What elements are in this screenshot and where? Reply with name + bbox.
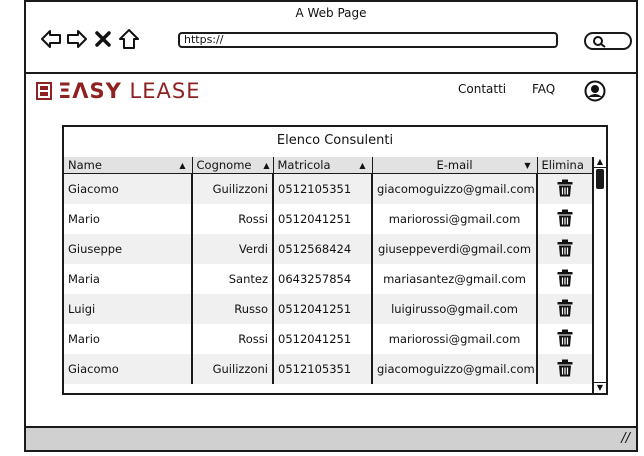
resize-grip-icon[interactable]: // (621, 431, 630, 446)
avatar[interactable] (584, 80, 606, 106)
cell-matricola: 0512105351 (273, 173, 373, 204)
cell-matricola: 0512041251 (273, 294, 373, 324)
cell-elimina (537, 354, 592, 384)
trash-icon[interactable] (557, 179, 573, 200)
cell-cognome: Rossi (192, 204, 274, 234)
table-row[interactable]: Mario Rossi 0512041251 mariorossi@gmail.com (64, 204, 592, 234)
table-row[interactable]: Maria Santez 0643257854 mariasantez@gmail.c… (64, 264, 592, 294)
cell-name: Maria (64, 264, 193, 294)
cell-cognome: Guilizzoni (192, 173, 274, 204)
trash-icon[interactable] (557, 359, 573, 380)
cell-elimina (537, 264, 592, 294)
cell-elimina (537, 294, 592, 324)
table-row[interactable]: Luigi Russo 0512041251 luigirusso@gmail.com (64, 294, 592, 324)
cell-cognome: Santez (192, 264, 274, 294)
cell-cognome: Russo (192, 294, 274, 324)
user-icon (584, 80, 606, 102)
column-header-elimina: Elimina (537, 157, 592, 174)
cell-cognome: Rossi (192, 324, 274, 354)
cell-email: luigirusso@gmail.com (372, 294, 538, 324)
cell-matricola: 0512105351 (273, 354, 373, 384)
logo-text-light: LEASE (121, 79, 201, 103)
stop-button[interactable] (92, 28, 114, 50)
easy-lease-logo[interactable]: ΞΛSY LEASE (36, 79, 201, 103)
cell-email: mariasantez@gmail.com (372, 264, 538, 294)
search-button[interactable] (584, 32, 632, 50)
consultants-table-container[interactable]: Name ▲ Cognome ▲ Matricola ▲ E-mail ▼ Elimin… (64, 157, 592, 393)
sort-asc-icon: ▲ (263, 161, 270, 170)
divider (26, 72, 636, 74)
home-button[interactable] (118, 28, 140, 50)
cell-email: giacomoguizzo@gmail.com (372, 173, 538, 204)
trash-icon[interactable] (557, 299, 573, 320)
consultants-panel: Elenco Consulenti Name ▲ Cognome ▲ Matrico… (62, 125, 608, 395)
cell-name: Giacomo (64, 354, 193, 384)
table-header-row: Name ▲ Cognome ▲ Matricola ▲ E-mail ▼ Elimin… (64, 157, 592, 174)
scroll-up-icon[interactable]: ▲ (594, 157, 606, 168)
table-row[interactable]: Giuseppe Verdi 0512568424 giuseppeverdi@gma… (64, 234, 592, 264)
logo-text-bold: ΞΛSY (58, 79, 122, 103)
back-arrow-icon (41, 30, 61, 48)
cell-elimina (537, 234, 592, 264)
logo-mark-icon (36, 82, 52, 100)
trash-icon[interactable] (557, 329, 573, 350)
table-row[interactable]: Giacomo Guilizzoni 0512105351 giacomoguizzo… (64, 354, 592, 384)
status-bar: // (26, 426, 636, 450)
back-button[interactable] (40, 28, 62, 50)
table-row[interactable]: Mario Rossi 0512041251 mariorossi@gmail.com (64, 324, 592, 354)
table-row[interactable]: Giacomo Guilizzoni 0512105351 giacomoguizzo… (64, 173, 592, 204)
column-header-name[interactable]: Name ▲ (64, 157, 193, 174)
trash-icon[interactable] (557, 209, 573, 230)
cell-email: giuseppeverdi@gmail.com (372, 234, 538, 264)
close-icon (95, 31, 111, 47)
cell-email: mariorossi@gmail.com (372, 324, 538, 354)
column-header-cognome[interactable]: Cognome ▲ (192, 157, 274, 174)
search-icon (593, 36, 606, 48)
cell-elimina (537, 204, 592, 234)
browser-window: A Web Page https:// ΞΛSY LEASE Contatti … (24, 0, 638, 452)
cell-name: Mario (64, 324, 193, 354)
url-field[interactable]: https:// (178, 32, 558, 48)
scroll-thumb[interactable] (596, 169, 604, 189)
column-header-matricola[interactable]: Matricola ▲ (273, 157, 373, 174)
cell-matricola: 0512041251 (273, 204, 373, 234)
consultants-table: Name ▲ Cognome ▲ Matricola ▲ E-mail ▼ Elimin… (64, 157, 592, 384)
cell-email: mariorossi@gmail.com (372, 204, 538, 234)
column-header-email[interactable]: E-mail ▼ (372, 157, 538, 174)
sort-asc-icon: ▲ (179, 161, 186, 170)
forward-button[interactable] (66, 28, 88, 50)
window-title: A Web Page (295, 6, 367, 20)
cell-cognome: Guilizzoni (192, 354, 274, 384)
cell-name: Mario (64, 204, 193, 234)
home-icon (119, 29, 139, 49)
sort-desc-icon: ▼ (524, 161, 531, 170)
cell-name: Luigi (64, 294, 193, 324)
nav-link-contatti[interactable]: Contatti (458, 82, 506, 96)
cell-matricola: 0512041251 (273, 324, 373, 354)
scroll-down-icon[interactable]: ▼ (594, 382, 606, 393)
cell-cognome: Verdi (192, 234, 274, 264)
trash-icon[interactable] (557, 269, 573, 290)
table-scrollbar[interactable]: ▲ ▼ (592, 157, 606, 393)
forward-arrow-icon (67, 30, 87, 48)
cell-name: Giuseppe (64, 234, 193, 264)
cell-name: Giacomo (64, 173, 193, 204)
cell-elimina (537, 173, 592, 204)
cell-matricola: 0643257854 (273, 264, 373, 294)
trash-icon[interactable] (557, 239, 573, 260)
cell-elimina (537, 324, 592, 354)
cell-email: giacomoguizzo@gmail.com (372, 354, 538, 384)
cell-matricola: 0512568424 (273, 234, 373, 264)
nav-link-faq[interactable]: FAQ (532, 82, 555, 96)
sort-asc-icon: ▲ (359, 161, 366, 170)
panel-title: Elenco Consulenti (276, 133, 394, 148)
